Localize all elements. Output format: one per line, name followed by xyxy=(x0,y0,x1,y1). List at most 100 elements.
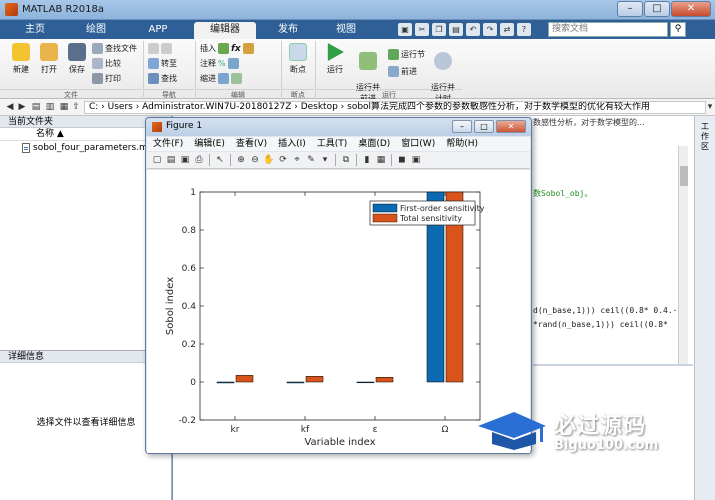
find-files-button[interactable]: 查找文件 xyxy=(92,43,137,54)
tab-home[interactable]: 主页 xyxy=(10,22,60,39)
undo-icon[interactable]: ↶ xyxy=(466,23,480,36)
find-icon xyxy=(148,73,159,84)
insert-button[interactable]: 插入 fx xyxy=(200,43,254,54)
hide-tools-icon[interactable]: ◼ xyxy=(396,154,408,166)
group-file-label: 文件 xyxy=(0,89,142,99)
save-icon[interactable]: ▣ xyxy=(398,23,412,36)
open-file-icon[interactable]: ▤ xyxy=(165,154,177,166)
compare-icon xyxy=(92,58,103,69)
search-documentation-input[interactable]: 搜索文档 xyxy=(548,22,668,37)
print-button[interactable]: 打印 xyxy=(92,73,121,84)
link-plot-icon[interactable]: ⧉ xyxy=(340,154,352,166)
back-icon[interactable]: ◀ xyxy=(4,102,16,113)
new-figure-icon[interactable]: ▢ xyxy=(151,154,163,166)
compare-button[interactable]: 比较 xyxy=(92,58,121,69)
toolbar-separator xyxy=(335,154,336,166)
indent-button[interactable]: 缩进 xyxy=(200,73,242,84)
comment-button[interactable]: 注释 % xyxy=(200,58,239,69)
window-title: MATLAB R2018a xyxy=(22,4,105,15)
tab-apps[interactable]: APP xyxy=(132,22,184,39)
forward-icon[interactable]: ▶ xyxy=(16,102,28,113)
title-bar: MATLAB R2018a – □ ✕ xyxy=(0,0,715,20)
x-tick-label: ε xyxy=(373,425,378,435)
colorbar-icon[interactable]: ▮ xyxy=(361,154,373,166)
path-dropdown-icon[interactable]: ▾ xyxy=(704,102,715,113)
menu-desktop[interactable]: 桌面(D) xyxy=(358,137,390,151)
outdent-icon xyxy=(231,73,242,84)
folder-up-icon[interactable]: ▥ xyxy=(44,102,56,113)
code-line[interactable]: 数Sobol_obj。 xyxy=(533,188,592,199)
save-figure-icon[interactable]: ▣ xyxy=(179,154,191,166)
close-button[interactable]: ✕ xyxy=(671,1,711,17)
code-line[interactable]: *rand(n_base,1))) ceil((0.8* xyxy=(533,320,668,329)
workspace-tab[interactable]: 工作区 xyxy=(699,122,711,152)
brush-icon[interactable]: ✎ xyxy=(305,154,317,166)
brush-dropdown-icon[interactable]: ▾ xyxy=(319,154,331,166)
x-tick-label: kr xyxy=(231,425,240,435)
figure-logo-icon xyxy=(152,122,162,132)
menu-window[interactable]: 窗口(W) xyxy=(401,137,435,151)
breakpoints-button[interactable]: 断点 xyxy=(284,43,312,75)
current-path-field[interactable]: C: › Users › Administrator.WIN7U-2018012… xyxy=(84,101,706,114)
data-cursor-icon[interactable]: ⌖ xyxy=(291,154,303,166)
fx-button[interactable]: fx xyxy=(231,44,241,54)
indent-icon xyxy=(218,73,229,84)
figure-minimize-button[interactable]: – xyxy=(452,120,472,133)
save-disk-icon xyxy=(68,43,86,61)
tab-publish[interactable]: 发布 xyxy=(262,22,314,39)
run-section-button[interactable]: 运行节 xyxy=(388,49,425,60)
new-button[interactable]: 新建 xyxy=(8,43,34,75)
toolbar-separator xyxy=(209,154,210,166)
run-section-icon xyxy=(388,49,399,60)
minimize-button[interactable]: – xyxy=(617,1,643,17)
save-button[interactable]: 保存 xyxy=(64,43,90,75)
show-tools-icon[interactable]: ▣ xyxy=(410,154,422,166)
pan-icon[interactable]: ✋ xyxy=(263,154,275,166)
editor-tab-title[interactable]: 数感性分析，对于数学模型的... xyxy=(533,117,693,129)
tab-plots[interactable]: 绘图 xyxy=(70,22,122,39)
menu-tools[interactable]: 工具(T) xyxy=(317,137,348,151)
open-button[interactable]: 打开 xyxy=(36,43,62,75)
folder-icon[interactable]: ▤ xyxy=(30,102,42,113)
legend-icon[interactable]: ▦ xyxy=(375,154,387,166)
menu-insert[interactable]: 插入(I) xyxy=(278,137,306,151)
code-line[interactable]: d(n_base,1))) ceil((0.8* 0.4.· xyxy=(533,306,678,315)
figure-maximize-button[interactable]: □ xyxy=(474,120,494,133)
address-bar: ◀ ▶ ▤ ▥ ▦ ⇧ C: › Users › Administrator.W… xyxy=(0,99,715,116)
zoom-out-icon[interactable]: ⊖ xyxy=(249,154,261,166)
menu-edit[interactable]: 编辑(E) xyxy=(194,137,225,151)
tab-editor[interactable]: 编辑器 xyxy=(194,22,256,39)
cut-icon[interactable]: ✂ xyxy=(415,23,429,36)
menu-file[interactable]: 文件(F) xyxy=(153,137,183,151)
advance-button[interactable]: 前进 xyxy=(388,66,417,77)
print-figure-icon[interactable]: ⎙ xyxy=(193,154,205,166)
switch-window-icon[interactable]: ⇄ xyxy=(500,23,514,36)
folder-open-icon xyxy=(40,43,58,61)
folder-up-arrow-icon[interactable]: ⇧ xyxy=(70,102,82,113)
menu-help[interactable]: 帮助(H) xyxy=(446,137,478,151)
goto-button[interactable]: 转至 xyxy=(148,58,177,69)
ribbon-editor: 新建 打开 保存 查找文件 比较 打印 文件 转至 查找 导航 插入 fx 注释… xyxy=(0,39,715,103)
figure-close-button[interactable]: ✕ xyxy=(496,120,526,133)
menu-view[interactable]: 查看(V) xyxy=(236,137,267,151)
search-icon[interactable]: ⚲ xyxy=(670,22,686,37)
maximize-button[interactable]: □ xyxy=(644,1,670,17)
comment-tools[interactable] xyxy=(148,43,172,54)
run-button[interactable]: 运行 xyxy=(320,43,350,75)
tab-view[interactable]: 视图 xyxy=(320,22,372,39)
m-file-icon xyxy=(22,143,30,153)
pointer-icon[interactable]: ↖ xyxy=(214,154,226,166)
rotate-icon[interactable]: ⟳ xyxy=(277,154,289,166)
help-icon[interactable]: ? xyxy=(517,23,531,36)
figure-window: Figure 1 – □ ✕ 文件(F) 编辑(E) 查看(V) 插入(I) 工… xyxy=(145,117,532,454)
zoom-in-icon[interactable]: ⊕ xyxy=(235,154,247,166)
paste-icon[interactable]: ▤ xyxy=(449,23,463,36)
browse-folder-icon[interactable]: ▦ xyxy=(58,102,70,113)
copy-icon[interactable]: ❐ xyxy=(432,23,446,36)
redo-icon[interactable]: ↷ xyxy=(483,23,497,36)
find-button[interactable]: 查找 xyxy=(148,73,177,84)
scrollbar-thumb[interactable] xyxy=(680,166,688,186)
ribbon-tab-bar: 主页 绘图 APP 编辑器 发布 视图 ▣ ✂ ❐ ▤ ↶ ↷ ⇄ ? 搜索文档… xyxy=(0,20,715,39)
figure-menu-bar: 文件(F) 编辑(E) 查看(V) 插入(I) 工具(T) 桌面(D) 窗口(W… xyxy=(147,137,530,151)
toolbar-separator xyxy=(356,154,357,166)
